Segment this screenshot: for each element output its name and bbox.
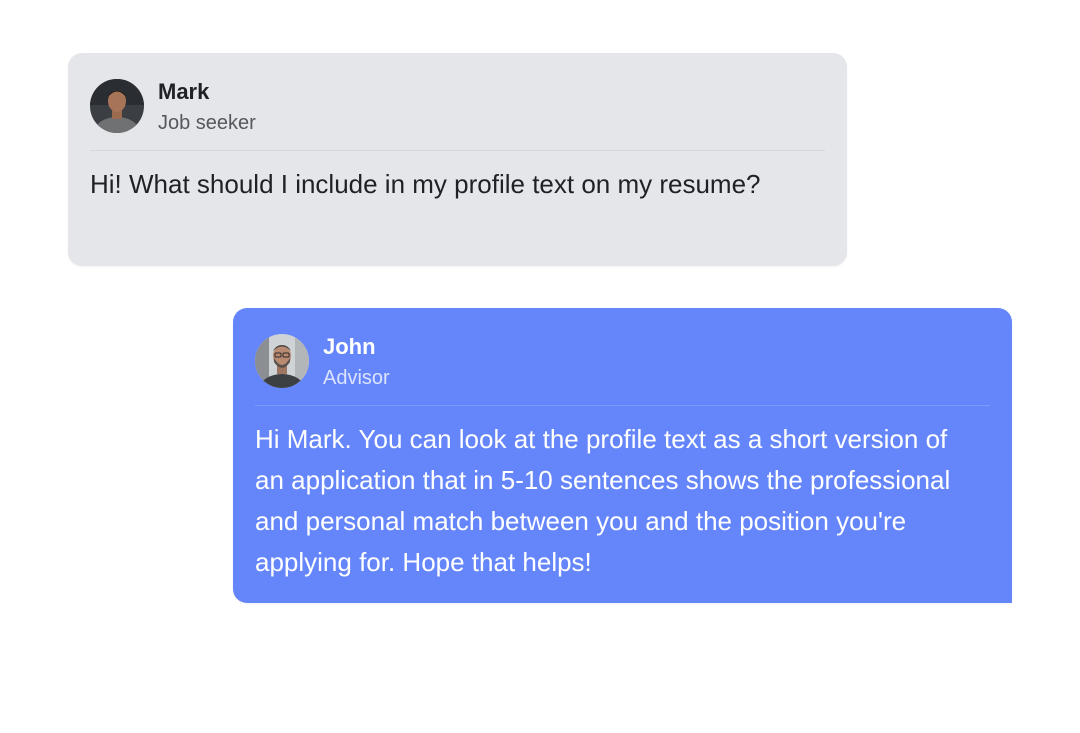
sender-info: Mark Job seeker bbox=[158, 79, 256, 135]
avatar-john bbox=[255, 334, 309, 388]
sender-name: Mark bbox=[158, 79, 210, 104]
sender-name: John bbox=[323, 334, 376, 359]
message-text: Hi! What should I include in my profile … bbox=[90, 169, 761, 199]
message-header: John Advisor bbox=[255, 334, 390, 390]
divider bbox=[90, 150, 825, 151]
divider bbox=[255, 405, 990, 406]
message-bubble-john: John Advisor Hi Mark. You can look at th… bbox=[233, 308, 1012, 603]
avatar-mark bbox=[90, 79, 144, 133]
sender-role: Advisor bbox=[323, 367, 390, 389]
sender-role: Job seeker bbox=[158, 112, 256, 134]
message-bubble-mark: Mark Job seeker Hi! What should I includ… bbox=[68, 53, 847, 266]
message-text: Hi Mark. You can look at the profile tex… bbox=[255, 424, 951, 577]
sender-info: John Advisor bbox=[323, 334, 390, 390]
message-header: Mark Job seeker bbox=[90, 79, 256, 135]
